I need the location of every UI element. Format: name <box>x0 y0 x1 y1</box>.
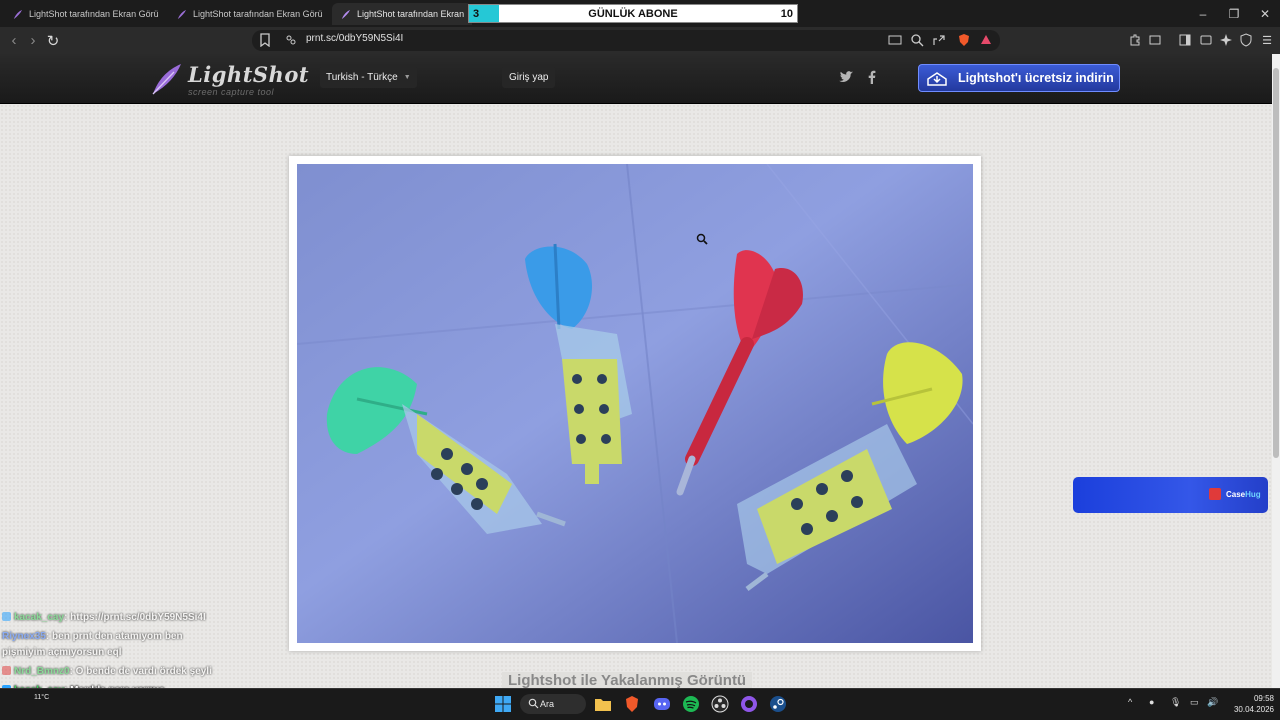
tab-manager-icon[interactable] <box>1146 31 1164 49</box>
weather-temp: 11°C <box>34 694 50 701</box>
tab-label: LightShot tarafından Ekran Görüntüsü <box>357 9 464 19</box>
chat-username: Riynex35 <box>2 631 46 642</box>
maximize-icon[interactable]: ❐ <box>1219 0 1249 27</box>
spotify-icon[interactable] <box>680 694 702 714</box>
site-settings-icon[interactable] <box>282 31 300 49</box>
lightshot-logo-name[interactable]: LightShot <box>188 62 309 87</box>
download-lightshot-button[interactable]: Lightshot'ı ücretsiz indirin <box>918 64 1120 92</box>
chat-badge-icon <box>2 612 11 621</box>
tab-label: LightShot tarafından Ekran Görüntüsü <box>29 9 158 19</box>
chat-message: Riynex35: ben prnt den atamıyom ben <box>2 631 183 642</box>
lightshot-feather-icon <box>12 9 23 20</box>
chat-text: pişmiyim açmıyorsun eql <box>2 647 122 658</box>
url-text: prnt.sc/0dbY59N5Si4I <box>306 33 404 44</box>
lightshot-feather-icon <box>340 9 351 20</box>
taskbar-search[interactable]: Ara <box>520 694 586 714</box>
casehug-logo-icon <box>1209 488 1221 500</box>
extensions-icon[interactable] <box>1126 31 1144 49</box>
windows-start-icon[interactable] <box>492 694 514 714</box>
chat-message: kacak_cay: https://prnt.sc/0dbY59N5Si4I <box>2 612 206 623</box>
subscriber-goal-bar: 3 GÜNLÜK ABONE 10 <box>468 4 798 23</box>
discord-icon[interactable] <box>651 694 673 714</box>
close-icon[interactable]: ✕ <box>1250 0 1280 27</box>
chevron-down-icon: ▼ <box>403 73 411 81</box>
scrollbar-thumb[interactable] <box>1273 68 1279 458</box>
browser-tab-3-active[interactable]: LightShot tarafından Ekran Görüntüsü <box>332 3 472 25</box>
sidebar-icon[interactable] <box>1176 31 1194 49</box>
chat-text: : ben prnt den atamıyom ben <box>45 631 183 642</box>
share-icon[interactable] <box>930 31 948 49</box>
wallet-icon[interactable] <box>1197 31 1215 49</box>
language-label: Turkish - Türkçe <box>326 71 398 83</box>
brave-shield-icon[interactable] <box>955 31 973 49</box>
screenshot-image[interactable] <box>297 164 973 643</box>
language-dropdown[interactable]: Turkish - Türkçe ▼ <box>320 66 417 88</box>
ad-brand-name: Case <box>1226 490 1246 499</box>
file-explorer-icon[interactable] <box>592 694 614 714</box>
subscriber-goal-target: 10 <box>780 7 793 20</box>
steam-icon[interactable] <box>767 694 789 714</box>
ad-brand: CaseHug <box>1226 490 1261 499</box>
taskbar-clock[interactable]: 09:58 30.04.2026 <box>1226 693 1274 715</box>
facebook-icon[interactable] <box>863 68 881 86</box>
app-purple-icon[interactable] <box>738 694 760 714</box>
minimize-icon[interactable]: – <box>1188 0 1218 27</box>
chat-message: Nrd_Bmnz0: O bende de vardı ördek şeyli <box>2 666 212 677</box>
ad-brand-highlight: Hug <box>1245 490 1261 499</box>
forward-icon[interactable]: › <box>22 27 44 54</box>
leo-ai-icon[interactable] <box>1217 31 1235 49</box>
browser-tab-1[interactable]: LightShot tarafından Ekran Görüntüsü <box>4 3 166 25</box>
clock-date: 30.04.2026 <box>1233 705 1274 714</box>
download-icon <box>926 70 948 86</box>
download-button-label: Lightshot'ı ücretsiz indirin <box>958 71 1114 85</box>
brave-rewards-icon[interactable] <box>977 31 995 49</box>
microphone-icon[interactable]: 🎙 <box>1170 697 1181 708</box>
subscriber-goal-label: GÜNLÜK ABONE <box>588 7 678 20</box>
cast-icon[interactable] <box>886 31 904 49</box>
chat-username: kacak_cay <box>14 612 65 623</box>
menu-icon[interactable]: ☰ <box>1258 31 1276 49</box>
twitter-icon[interactable] <box>837 68 855 86</box>
clock-time: 09:58 <box>1253 694 1274 703</box>
chat-text: : https://prnt.sc/0dbY59N5Si4I <box>64 612 206 623</box>
volume-icon[interactable]: 🔊 <box>1207 697 1218 708</box>
reload-icon[interactable]: ↻ <box>42 27 64 54</box>
vpn-shield-icon[interactable] <box>1237 31 1255 49</box>
taskbar-search-label: Ara <box>540 699 555 709</box>
chat-text: : O bende de vardı ördek şeyli <box>69 666 212 677</box>
brave-browser-icon[interactable] <box>621 694 643 714</box>
obs-icon[interactable] <box>709 694 731 714</box>
lightshot-logo-tagline: screen capture tool <box>188 87 275 97</box>
browser-tab-2[interactable]: LightShot tarafından Ekran Görüntüsü <box>168 3 330 25</box>
chat-badge-icon <box>2 666 11 675</box>
bookmark-icon[interactable] <box>256 31 274 49</box>
tab-label: LightShot tarafından Ekran Görüntüsü <box>193 9 322 19</box>
search-icon <box>528 698 539 709</box>
chat-username: Nrd_Bmnz0 <box>14 666 70 677</box>
zoom-icon[interactable] <box>908 31 926 49</box>
tray-expand-icon[interactable]: ^ <box>1128 697 1132 707</box>
network-icon[interactable]: ▭ <box>1190 697 1199 708</box>
tray-app-icon[interactable]: ● <box>1149 697 1154 707</box>
lightshot-feather-icon <box>176 9 187 20</box>
weather-widget[interactable]: 11°C <box>34 694 49 701</box>
lightshot-logo-feather-icon[interactable] <box>150 62 184 96</box>
chat-message: pişmiyim açmıyorsun eql <box>2 647 122 658</box>
login-button[interactable]: Giriş yap <box>502 66 556 88</box>
